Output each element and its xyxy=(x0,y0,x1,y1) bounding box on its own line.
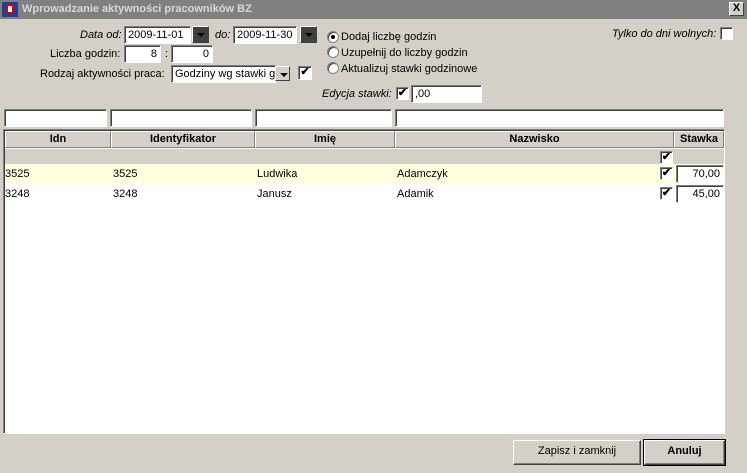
filter-identifier-input[interactable] xyxy=(110,109,252,127)
rate-edit-input[interactable]: ,00 xyxy=(411,85,482,103)
minutes-input[interactable]: 0 xyxy=(171,45,213,63)
radio-update-rates[interactable] xyxy=(327,62,339,74)
row-checkbox[interactable]: ✔ xyxy=(660,187,673,200)
column-header-first-name[interactable]: Imię xyxy=(255,131,395,148)
radio-update-rates-label: Aktualizuj stawki godzinowe xyxy=(341,63,478,75)
column-header-idn[interactable]: Idn xyxy=(5,131,111,148)
activity-type-dropdown-icon[interactable] xyxy=(275,66,290,81)
table-row[interactable]: 3248 3248 Janusz Adamik ✔ 45,00 xyxy=(5,184,724,204)
save-close-button[interactable]: Zapisz i zamknij xyxy=(513,440,641,465)
window-title: Wprowadzanie aktywności pracowników BZ xyxy=(22,3,252,15)
rate-edit-checkbox[interactable]: ✔ xyxy=(396,87,409,100)
date-to-label: do: xyxy=(215,29,231,41)
button-bar: Zapisz i zamknij Anuluj xyxy=(0,434,747,473)
cancel-button[interactable]: Anuluj xyxy=(643,439,726,466)
date-to-dropdown-icon[interactable] xyxy=(300,26,317,43)
date-from-label: Data od: xyxy=(80,29,122,41)
app-icon xyxy=(2,2,18,17)
date-from-input[interactable]: 2009-11-01 xyxy=(124,26,191,44)
filter-last-name-input[interactable] xyxy=(395,109,724,127)
activity-type-checkbox[interactable]: ✔ xyxy=(298,66,312,80)
column-header-last-name[interactable]: Nazwisko xyxy=(395,131,674,148)
radio-add-hours-label: Dodaj liczbę godzin xyxy=(341,31,437,43)
column-header-rate[interactable]: Stawka xyxy=(674,131,724,148)
rate-input[interactable]: 70,00 xyxy=(676,165,724,183)
cell-idn: 3248 xyxy=(5,188,30,200)
filter-first-name-input[interactable] xyxy=(255,109,392,127)
dialog-window: Wprowadzanie aktywności pracowników BZ X… xyxy=(0,0,747,473)
hours-separator: : xyxy=(165,48,169,60)
table-row[interactable]: 3525 3525 Ludwika Adamczyk ✔ 70,00 xyxy=(5,164,724,184)
rate-edit-label: Edycja stawki: xyxy=(322,88,392,100)
cell-identifier: 3525 xyxy=(113,168,138,180)
hours-input[interactable]: 8 xyxy=(124,45,161,63)
cell-first-name: Ludwika xyxy=(257,168,298,180)
days-off-checkbox[interactable] xyxy=(720,27,733,40)
cell-idn: 3525 xyxy=(5,168,30,180)
radio-fill-hours[interactable] xyxy=(327,46,339,58)
date-from-dropdown-icon[interactable] xyxy=(192,26,209,43)
filter-idn-input[interactable] xyxy=(4,109,107,127)
title-bar: Wprowadzanie aktywności pracowników BZ X xyxy=(0,0,747,19)
select-all-checkbox[interactable]: ✔ xyxy=(660,151,673,164)
close-button[interactable]: X xyxy=(729,2,744,16)
cell-last-name: Adamczyk xyxy=(397,168,448,180)
employee-grid: Idn Identyfikator Imię Nazwisko Stawka ✔… xyxy=(3,129,725,434)
activity-type-label: Rodzaj aktywności praca: xyxy=(40,68,165,80)
rate-input[interactable]: 45,00 xyxy=(676,185,724,203)
column-header-identifier[interactable]: Identyfikator xyxy=(111,131,255,148)
activity-type-select[interactable]: Godziny wg stawki g xyxy=(171,65,276,83)
row-checkbox[interactable]: ✔ xyxy=(660,167,673,180)
radio-fill-hours-label: Uzupełnij do liczby godzin xyxy=(341,47,468,59)
cell-identifier: 3248 xyxy=(113,188,138,200)
cell-first-name: Janusz xyxy=(257,188,292,200)
cell-last-name: Adamik xyxy=(397,188,434,200)
radio-add-hours[interactable] xyxy=(327,31,339,43)
days-off-label: Tylko do dni wolnych: xyxy=(612,28,717,40)
hours-label: Liczba godzin: xyxy=(50,48,121,60)
date-to-input[interactable]: 2009-11-30 xyxy=(233,26,297,44)
